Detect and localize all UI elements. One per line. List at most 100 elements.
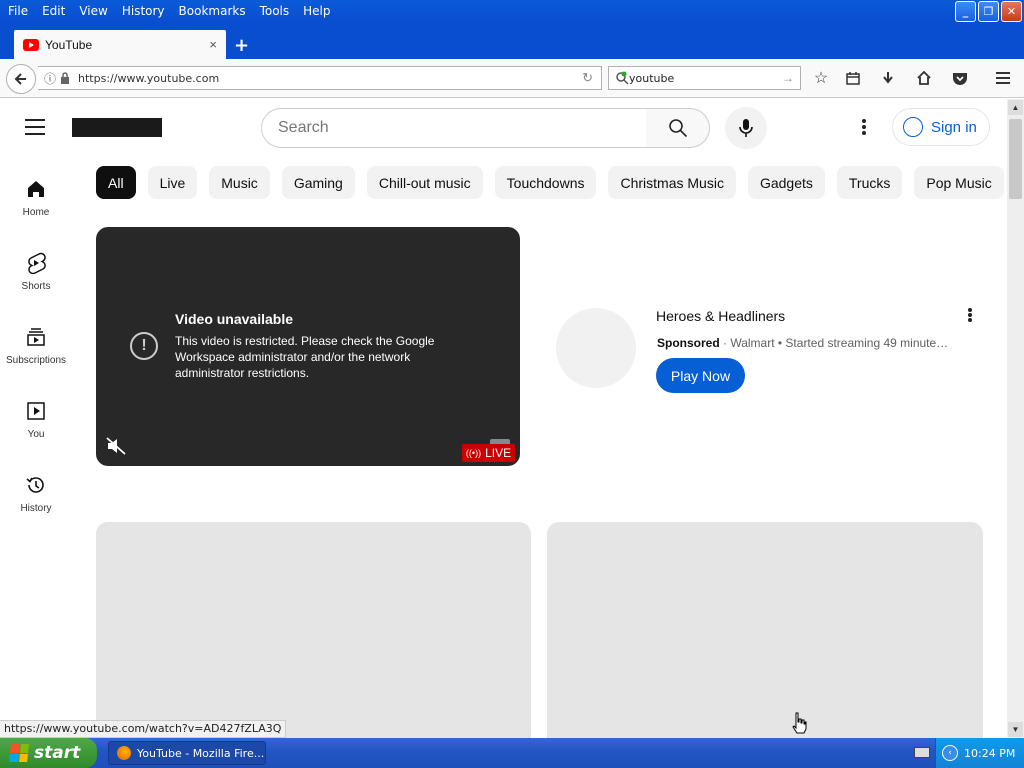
- subscriptions-icon: [24, 325, 48, 349]
- minimize-button[interactable]: _: [955, 1, 976, 22]
- chip-chill-out-music[interactable]: Chill-out music: [366, 166, 483, 199]
- nav-toolbar: ⓘ https://www.youtube.com ↻ youtube → ☆: [0, 59, 1024, 98]
- search-icon: [668, 119, 687, 138]
- downloads-icon[interactable]: [877, 67, 899, 89]
- url-bar[interactable]: ⓘ https://www.youtube.com ↻: [38, 66, 602, 90]
- sidebar-label: Shorts: [21, 281, 51, 292]
- taskbar-item-label: YouTube - Mozilla Fire...: [137, 746, 265, 760]
- muted-speaker-icon[interactable]: [106, 437, 126, 455]
- player-error-message: This video is restricted. Please check t…: [175, 334, 435, 380]
- menu-bookmarks[interactable]: Bookmarks: [172, 4, 253, 18]
- vertical-scrollbar[interactable]: ▲ ▼: [1007, 99, 1024, 738]
- sidebar-item-history[interactable]: History: [0, 473, 72, 514]
- menu-help[interactable]: Help: [296, 4, 337, 18]
- url-text[interactable]: https://www.youtube.com: [78, 72, 582, 85]
- chip-gaming[interactable]: Gaming: [281, 166, 355, 199]
- ad-more-options-icon[interactable]: [966, 306, 974, 324]
- sidebar-item-shorts[interactable]: Shorts: [0, 251, 72, 292]
- sidebar-item-home[interactable]: Home: [0, 177, 72, 218]
- broadcast-icon: ((•)): [465, 448, 482, 458]
- hamburger-menu-icon[interactable]: [992, 67, 1014, 89]
- back-button[interactable]: [6, 64, 36, 94]
- microphone-icon: [739, 119, 753, 137]
- info-icon[interactable]: ⓘ: [44, 70, 56, 87]
- pocket-icon[interactable]: [949, 67, 971, 89]
- youtube-search-button[interactable]: [646, 108, 710, 148]
- new-tab-button[interactable]: +: [234, 35, 249, 56]
- clock[interactable]: 10:24 PM: [964, 747, 1015, 760]
- chip-christmas-music[interactable]: Christmas Music: [608, 166, 736, 199]
- menu-view[interactable]: View: [72, 4, 114, 18]
- menu-file[interactable]: File: [0, 4, 35, 18]
- tray-expand-icon[interactable]: ‹: [942, 745, 958, 761]
- sidebar-label: Subscriptions: [5, 355, 67, 366]
- youtube-search-input[interactable]: Search: [261, 108, 647, 148]
- sidebar-item-subscriptions[interactable]: Subscriptions: [0, 325, 72, 366]
- tab-strip: YouTube × +: [0, 22, 1024, 59]
- tab-close-icon[interactable]: ×: [209, 37, 217, 52]
- chip-trucks[interactable]: Trucks: [836, 166, 903, 199]
- chip-music[interactable]: Music: [209, 166, 270, 199]
- search-go-icon[interactable]: →: [782, 71, 794, 85]
- close-window-button[interactable]: ✕: [1001, 1, 1022, 22]
- live-badge-label: LIVE: [485, 446, 512, 460]
- you-library-icon: [24, 399, 48, 423]
- chip-live[interactable]: Live: [147, 166, 198, 199]
- scroll-thumb[interactable]: [1009, 119, 1022, 199]
- scroll-up-icon[interactable]: ▲: [1008, 100, 1023, 115]
- search-icon: [616, 71, 629, 85]
- ad-meta-text: · Walmart • Started streaming 49 minute…: [719, 336, 949, 350]
- sign-in-button[interactable]: Sign in: [892, 108, 990, 146]
- browser-search-field[interactable]: youtube →: [608, 66, 801, 90]
- ad-meta: Sponsored · Walmart • Started streaming …: [657, 336, 962, 350]
- youtube-logo[interactable]: [72, 118, 162, 137]
- taskbar-item-firefox[interactable]: YouTube - Mozilla Fire...: [108, 741, 266, 765]
- hand-cursor-icon: [792, 712, 807, 734]
- keyboard-icon[interactable]: [914, 747, 930, 758]
- menu-edit[interactable]: Edit: [35, 4, 72, 18]
- menu-bar: File Edit View History Bookmarks Tools H…: [0, 0, 1024, 22]
- sidebar-label: You: [27, 429, 45, 440]
- settings-more-icon[interactable]: [857, 117, 871, 137]
- ad-title[interactable]: Heroes & Headliners: [656, 308, 785, 324]
- maximize-button[interactable]: ❐: [978, 1, 999, 22]
- start-button[interactable]: start: [0, 738, 97, 768]
- account-circle-icon: [903, 117, 923, 137]
- scroll-down-icon[interactable]: ▼: [1008, 722, 1023, 737]
- firefox-icon: [117, 746, 131, 760]
- chip-touchdowns[interactable]: Touchdowns: [494, 166, 597, 199]
- chip-pop-music[interactable]: Pop Music: [914, 166, 1004, 199]
- chip-gadgets[interactable]: Gadgets: [747, 166, 825, 199]
- tab-youtube[interactable]: YouTube ×: [14, 30, 226, 59]
- filter-chips: All Live Music Gaming Chill-out music To…: [96, 166, 1004, 199]
- menu-tools[interactable]: Tools: [253, 4, 297, 18]
- lock-icon: [61, 72, 70, 84]
- youtube-page: Search Sign in Home Shorts Subscriptions…: [0, 99, 1007, 738]
- bookmark-star-icon[interactable]: ☆: [810, 67, 832, 89]
- system-tray: ‹ 10:24 PM: [935, 738, 1024, 768]
- youtube-favicon-icon: [23, 38, 39, 51]
- ad-channel-avatar[interactable]: [556, 308, 636, 388]
- video-player[interactable]: ! Video unavailable This video is restri…: [96, 227, 520, 466]
- shorts-icon: [24, 251, 48, 275]
- sponsored-label: Sponsored: [657, 336, 720, 350]
- status-url: https://www.youtube.com/watch?v=AD427fZL…: [0, 720, 287, 738]
- video-card-placeholder[interactable]: [96, 522, 531, 738]
- tab-title: YouTube: [45, 37, 93, 52]
- alert-circle-icon: !: [130, 332, 158, 360]
- reload-icon[interactable]: ↻: [582, 70, 593, 86]
- windows-flag-icon: [9, 744, 29, 762]
- browser-search-value[interactable]: youtube: [629, 72, 782, 85]
- chip-all[interactable]: All: [96, 166, 136, 199]
- play-now-button[interactable]: Play Now: [656, 358, 745, 393]
- home-icon[interactable]: [913, 67, 935, 89]
- video-card-placeholder[interactable]: [547, 522, 983, 738]
- sidebar-item-you[interactable]: You: [0, 399, 72, 440]
- library-icon[interactable]: [842, 67, 864, 89]
- guide-menu-icon[interactable]: [25, 119, 45, 135]
- menu-history[interactable]: History: [115, 4, 172, 18]
- taskbar: start YouTube - Mozilla Fire... ‹ 10:24 …: [0, 738, 1024, 768]
- sign-in-label: Sign in: [931, 118, 977, 136]
- home-icon: [24, 177, 48, 201]
- voice-search-button[interactable]: [725, 107, 767, 149]
